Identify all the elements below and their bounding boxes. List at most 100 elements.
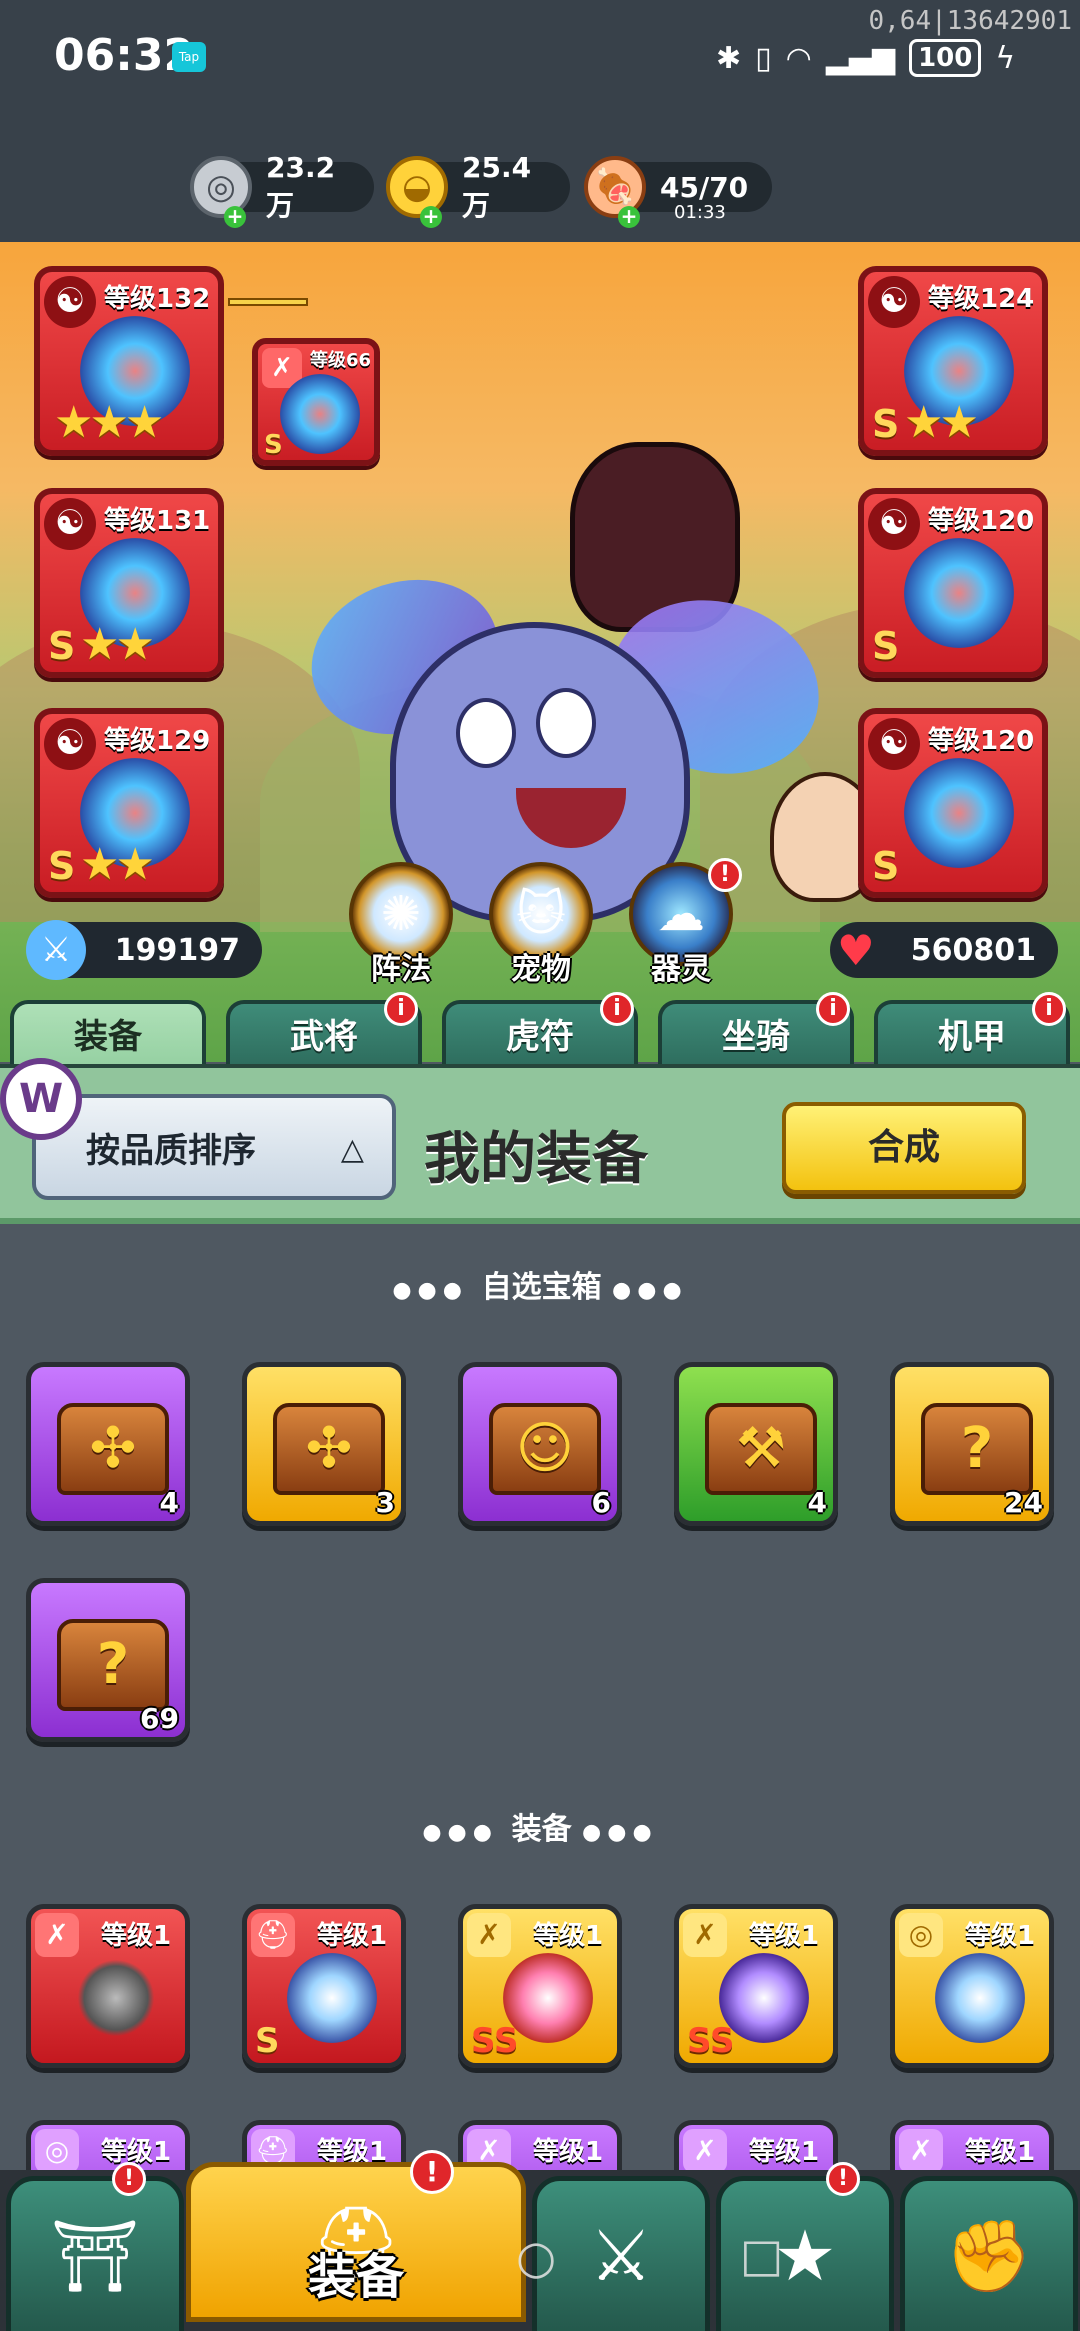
item-grade: SS — [471, 2021, 519, 2061]
slot-level: 等级66 — [310, 350, 372, 371]
sword-type-icon: ✗ — [899, 2129, 943, 2173]
chest-icon: ? — [921, 1403, 1033, 1495]
nav-battle-button[interactable]: ⚔ — [532, 2176, 710, 2331]
wifi-icon: ◠ — [785, 40, 812, 76]
formation-button[interactable]: ✺ 阵法 — [346, 862, 456, 988]
add-silver-icon[interactable]: + — [224, 206, 246, 228]
silver-resource[interactable]: ◎ + 23.2万 — [190, 151, 374, 228]
equip-slot-belt[interactable]: ☯ 等级120 S — [858, 488, 1048, 678]
attack-stat: ⚔ 199197 — [26, 920, 262, 980]
resource-bar: ◎ + 23.2万 ◒ + 25.4万 🍖 + 45/70 01:33 — [0, 120, 1080, 242]
slot-level: 等级124 — [928, 284, 1035, 314]
attack-value: 199197 — [114, 932, 240, 968]
helmet-type-icon: ⛑ — [251, 1913, 295, 1957]
nav-city-button[interactable]: ⛩ — [6, 2176, 184, 2331]
equip-slot-helmet[interactable]: ☯ 等级129 S ★★ — [34, 708, 224, 898]
slot-grade: S — [48, 844, 76, 888]
chest-item[interactable]: ⚒ 4 — [674, 1362, 838, 1526]
equipment-item[interactable]: ⛑ 等级1 S — [242, 1904, 406, 2068]
add-gold-icon[interactable]: + — [420, 206, 442, 228]
heart-icon: ♥ — [837, 925, 875, 975]
equipment-item[interactable]: ✗ 等级1 SS — [458, 1904, 622, 2068]
sort-arrow-icon: △ — [340, 1132, 364, 1167]
equip-slot-accessory[interactable]: ☯ 等级131 S ★★ — [34, 488, 224, 678]
yinyang-icon: ☯ — [868, 276, 920, 328]
dots-icon: ●●● — [392, 1278, 482, 1303]
stamina-resource[interactable]: 🍖 + 45/70 01:33 — [584, 156, 772, 228]
slot-level: 等级120 — [928, 726, 1035, 756]
yinyang-icon: ☯ — [44, 276, 96, 328]
mouth — [516, 788, 626, 848]
chest-item[interactable]: ✣ 3 — [242, 1362, 406, 1526]
add-stamina-icon[interactable]: + — [618, 206, 640, 228]
chest-item[interactable]: ☺ 6 — [458, 1362, 622, 1526]
eye-right — [536, 688, 596, 758]
item-level: 等级1 — [749, 1921, 820, 1951]
chest-item[interactable]: ? 69 — [26, 1578, 190, 1742]
item-count: 6 — [591, 1486, 611, 1519]
home-circle-icon[interactable]: ○ — [516, 2230, 556, 2284]
formation-label: 阵法 — [371, 952, 431, 987]
pet-label: 宠物 — [511, 952, 571, 987]
sword-type-icon: ✗ — [467, 1913, 511, 1957]
equip-slot-weapon[interactable]: ☯ 等级132 ★★★ — [34, 266, 224, 456]
tap-app-icon: Tap — [172, 42, 206, 72]
chests-title-text: 自选宝箱 — [481, 1270, 602, 1305]
corner-debug-text: 0,64|13642901 — [868, 6, 1073, 36]
equipment-item[interactable]: ◎ 等级1 — [890, 1904, 1054, 2068]
equipment-title-text: 装备 — [511, 1812, 572, 1847]
item-level: 等级1 — [317, 1921, 388, 1951]
slot-grade: S — [872, 624, 900, 668]
medal-type-icon: ◎ — [899, 1913, 943, 1957]
slot-grade: S — [872, 844, 900, 888]
slot-level: 等级132 — [104, 284, 211, 314]
equip-slot-sub-weapon[interactable]: ✗ 等级66 S — [252, 338, 380, 466]
spirit-label: 器灵 — [651, 952, 711, 987]
chest-item[interactable]: ✣ 4 — [26, 1362, 190, 1526]
equipment-panel-header: 按品质排序 △ 我的装备 合成 — [0, 1064, 1080, 1224]
gold-resource[interactable]: ◒ + 25.4万 — [386, 151, 570, 228]
stamina-timer: 01:33 — [674, 202, 726, 223]
item-count: 24 — [1004, 1486, 1043, 1519]
belt-art-icon — [904, 538, 1014, 648]
chest-icon: ✣ — [273, 1403, 385, 1495]
sub-weapon-art-icon — [280, 374, 360, 454]
overlay-logo-icon[interactable]: W — [0, 1058, 82, 1140]
sword-icon: ⚔ — [26, 920, 86, 980]
sword-type-icon: ✗ — [35, 1913, 79, 1957]
recents-square-icon[interactable]: □ — [740, 2228, 783, 2282]
info-badge-icon: i — [816, 992, 850, 1026]
silver-value: 23.2万 — [266, 150, 336, 222]
vibrate-icon: ▯ — [755, 40, 772, 76]
chests-section-title: ●●● 自选宝箱 ●●● — [0, 1262, 1080, 1306]
nav-equipment-button[interactable]: ⛑ 装备 — [186, 2162, 526, 2322]
craft-button[interactable]: 合成 — [782, 1102, 1026, 1194]
status-bar: 06:32 Tap 0,64|13642901 ✱ ▯ ◠ ▂▄▆ 100 ϟ — [0, 0, 1080, 120]
equip-slot-boots[interactable]: ☯ 等级120 S — [858, 708, 1048, 898]
yinyang-icon: ☯ — [44, 498, 96, 550]
info-badge-icon: i — [600, 992, 634, 1026]
sort-by-quality-button[interactable]: 按品质排序 △ — [32, 1094, 396, 1200]
pet-button[interactable]: 🐱 宠物 — [486, 862, 596, 988]
notification-badge-icon: ! — [826, 2162, 860, 2196]
nav-power-button[interactable]: ✊ — [900, 2176, 1078, 2331]
equipment-item[interactable]: ✗ 等级1 — [26, 1904, 190, 2068]
bluetooth-icon: ✱ — [716, 40, 742, 76]
hp-stat: ♥ 560801 — [830, 922, 1058, 978]
item-count: 69 — [140, 1702, 179, 1735]
category-tabs: 装备 武将 虎符 坐骑 机甲 i i i i — [0, 992, 1080, 1072]
hp-value: 560801 — [910, 932, 1036, 968]
sword-type-icon: ✗ — [683, 1913, 727, 1957]
dots-icon: ●●● — [582, 1820, 658, 1845]
item-count: 4 — [159, 1486, 179, 1519]
info-badge-icon: i — [384, 992, 418, 1026]
slot-level: 等级120 — [928, 506, 1035, 536]
chest-item[interactable]: ? 24 — [890, 1362, 1054, 1526]
item-level: 等级1 — [101, 2137, 172, 2167]
slot-stars: ★★ — [80, 839, 155, 890]
info-badge-icon: i — [1032, 992, 1066, 1026]
sort-label: 按品质排序 — [86, 1130, 256, 1171]
equip-slot-armor[interactable]: ☯ 等级124 S ★★ — [858, 266, 1048, 456]
equipment-item[interactable]: ✗ 等级1 SS — [674, 1904, 838, 2068]
battery-icon: 100 — [909, 39, 982, 77]
